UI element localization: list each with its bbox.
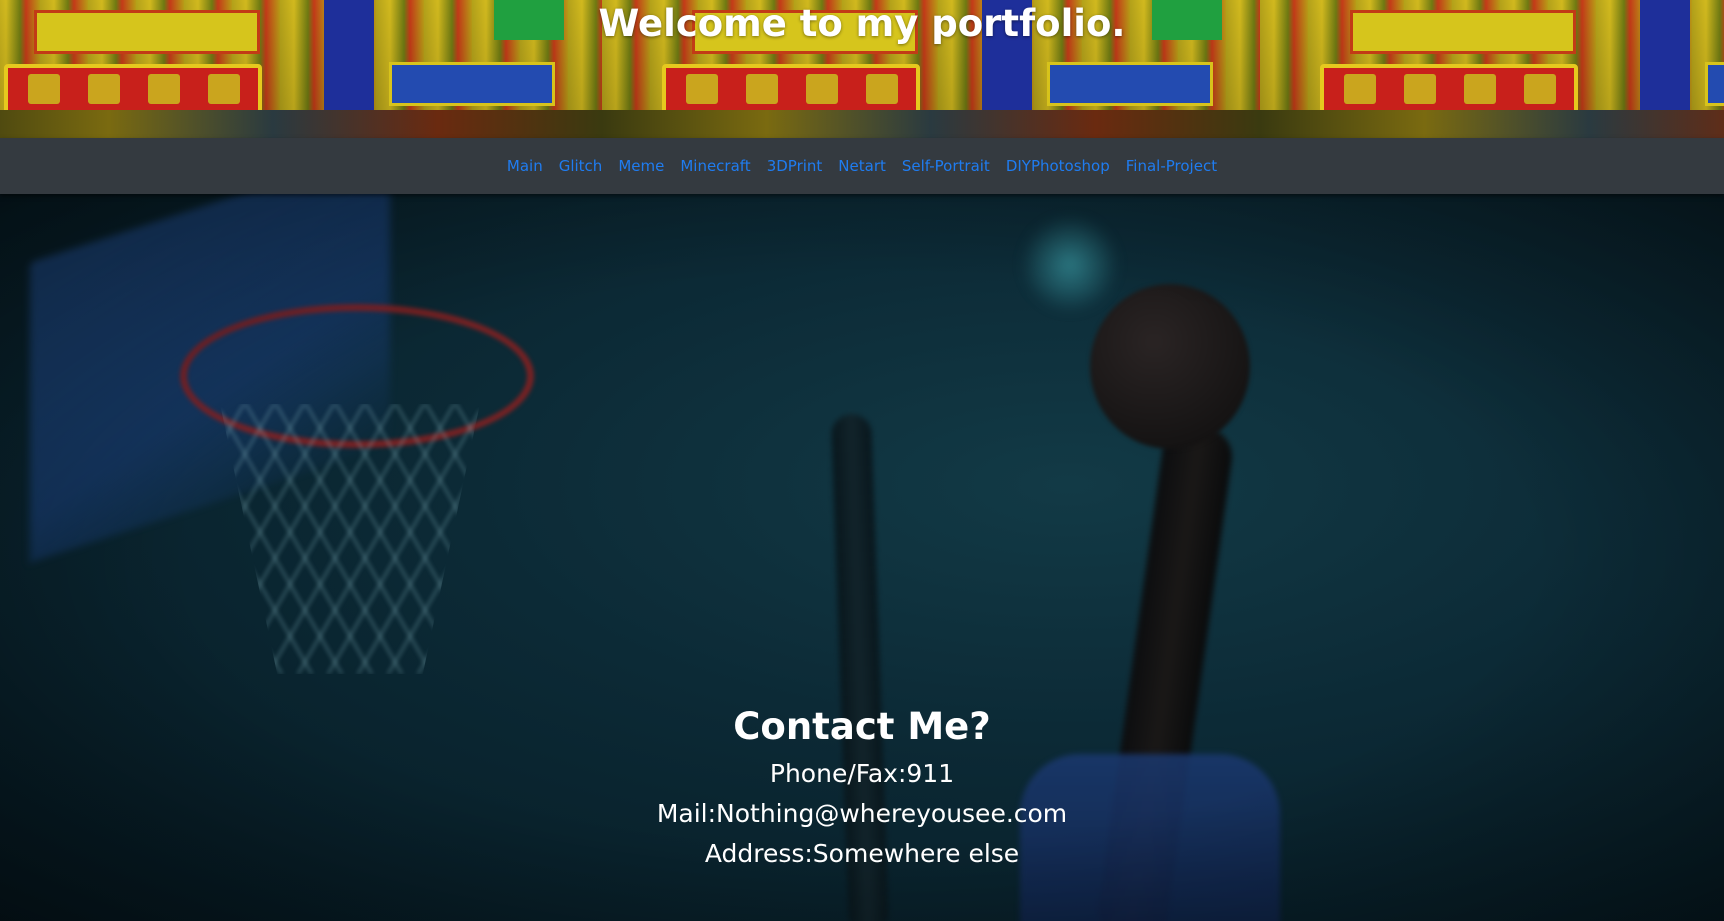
nav-link-minecraft[interactable]: Minecraft: [672, 157, 758, 175]
nav-link-main[interactable]: Main: [499, 157, 551, 175]
contact-section: Contact Me? Phone/Fax:911 Mail:Nothing@w…: [0, 700, 1724, 874]
page-title: Welcome to my portfolio.: [598, 2, 1126, 45]
header-banner: Welcome to my portfolio.: [0, 0, 1724, 138]
nav-link-self-portrait[interactable]: Self-Portrait: [894, 157, 998, 175]
nav-link-final-project[interactable]: Final-Project: [1118, 157, 1225, 175]
contact-mail: Mail:Nothing@whereyousee.com: [656, 799, 1068, 828]
contact-address: Address:Somewhere else: [704, 839, 1020, 868]
nav-link-diyphotoshop[interactable]: DIYPhotoshop: [998, 157, 1118, 175]
nav-link-glitch[interactable]: Glitch: [551, 157, 611, 175]
contact-phone: Phone/Fax:911: [769, 759, 955, 788]
nav-link-netart[interactable]: Netart: [830, 157, 894, 175]
nav-bar: Main Glitch Meme Minecraft 3DPrint Netar…: [0, 138, 1724, 194]
contact-heading: Contact Me?: [733, 705, 991, 748]
nav-link-meme[interactable]: Meme: [610, 157, 672, 175]
nav-link-3dprint[interactable]: 3DPrint: [759, 157, 831, 175]
